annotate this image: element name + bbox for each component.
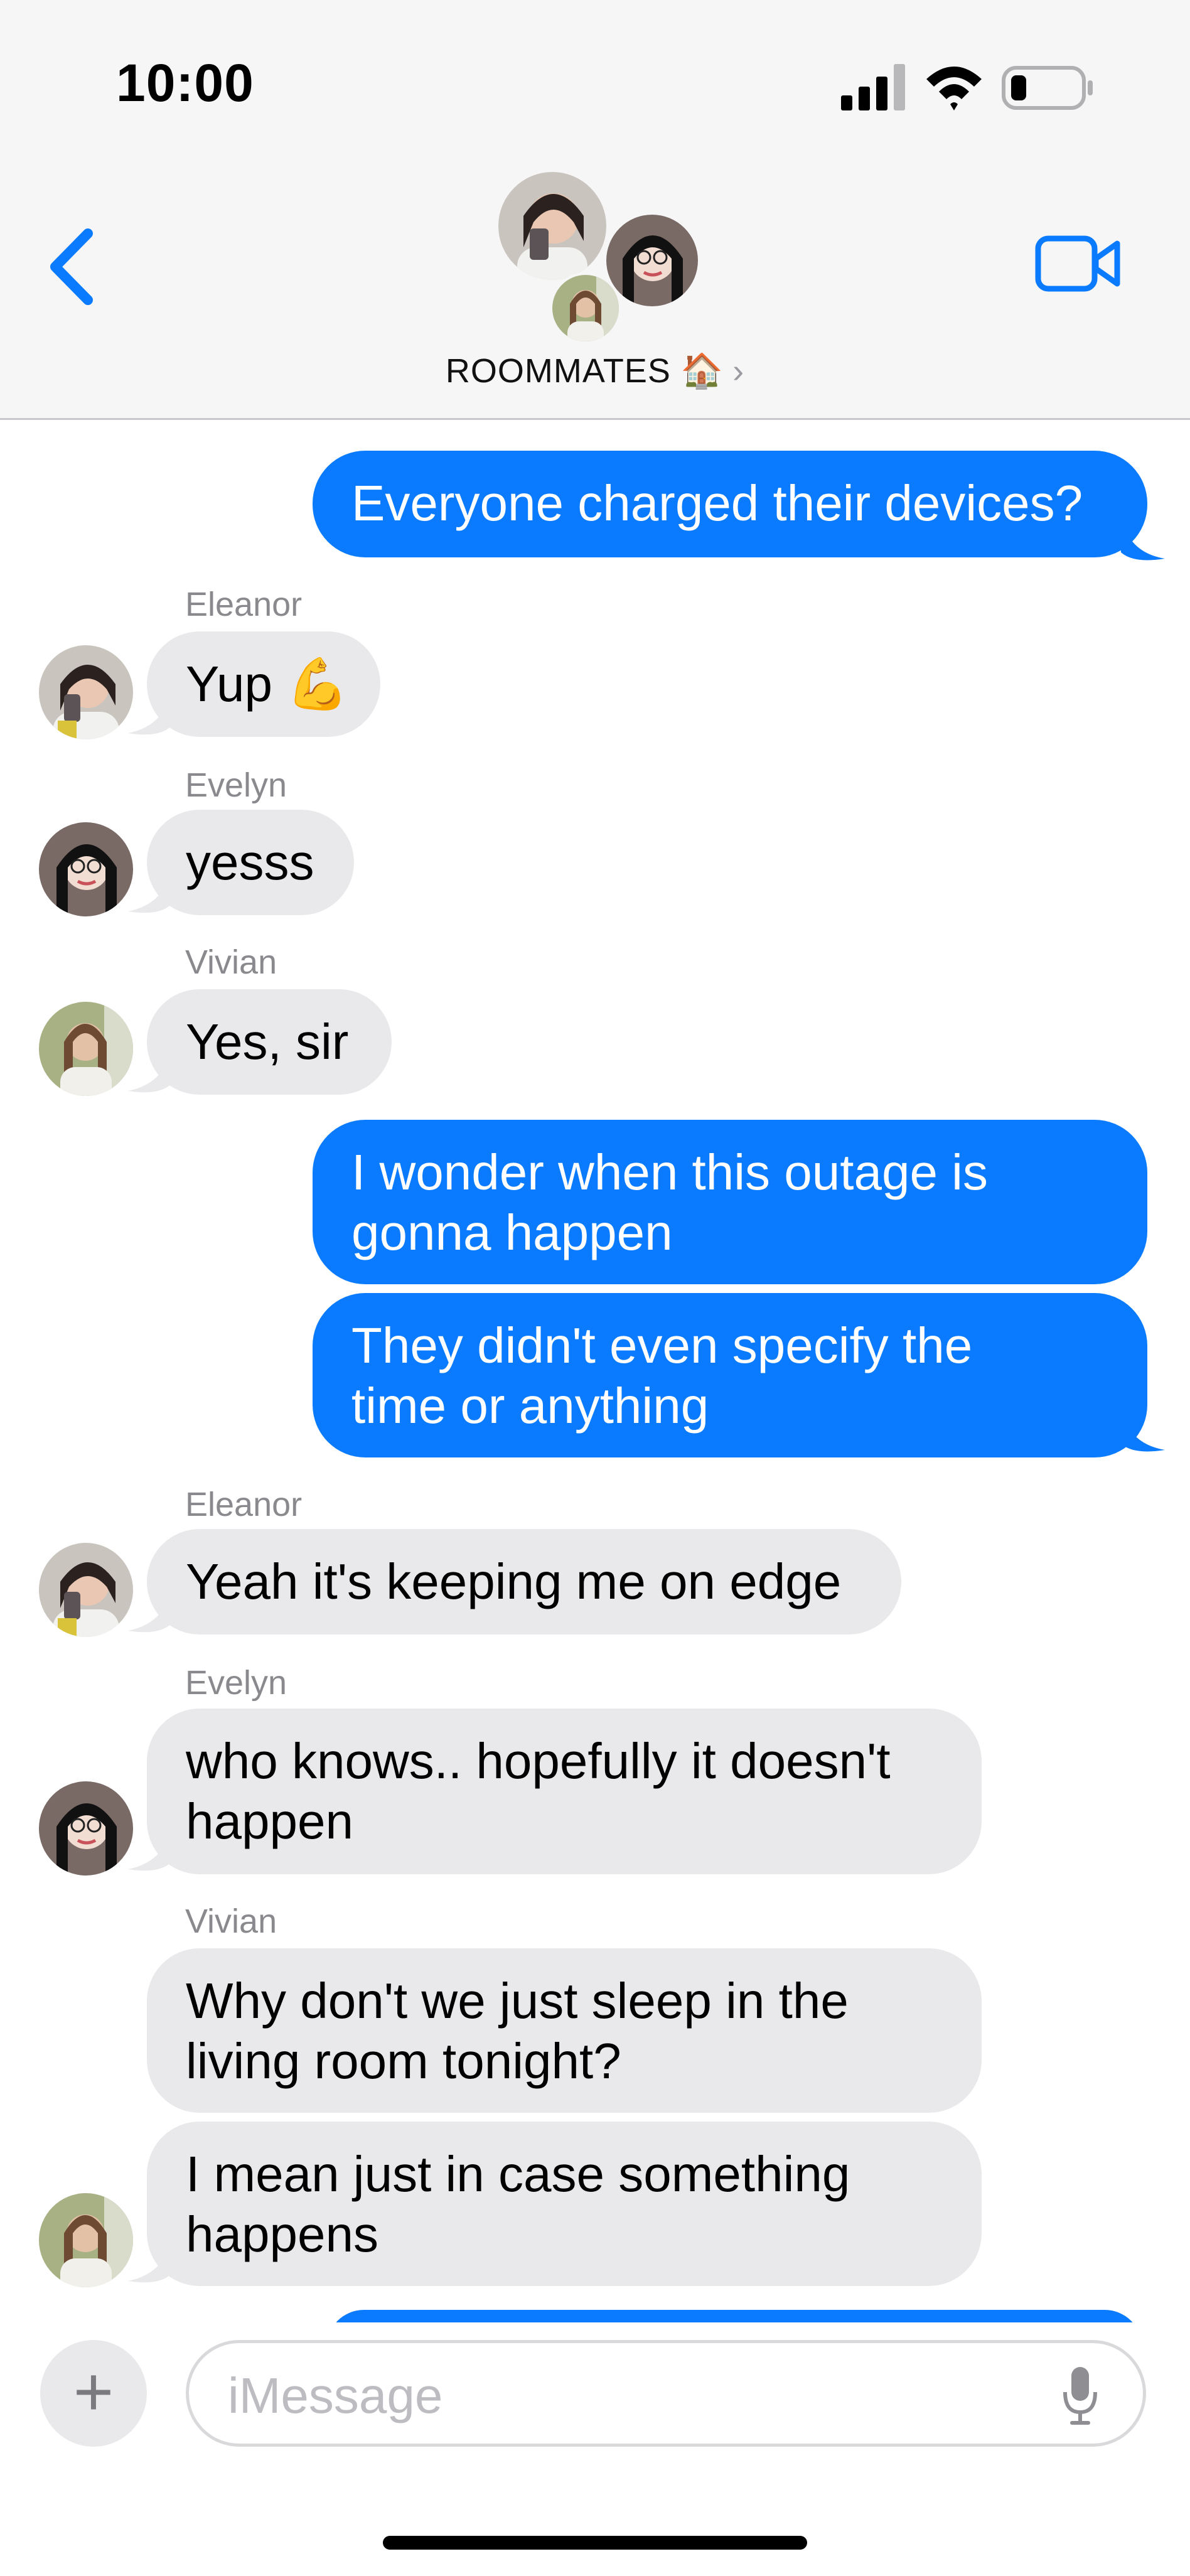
message-text: They didn't even specify the — [351, 1318, 973, 1373]
message-text: Why don't we just sleep in the — [186, 1973, 849, 2029]
back-chevron-icon[interactable] — [44, 226, 100, 308]
avatar-vivian[interactable] — [39, 2193, 133, 2287]
video-call-icon[interactable] — [1034, 232, 1122, 295]
sender-name: Eleanor — [185, 586, 303, 623]
message-bubble-incoming[interactable]: Why don't we just sleep in the living ro… — [147, 1948, 982, 2113]
bubble-tail — [1121, 515, 1165, 561]
battery-icon — [1002, 66, 1093, 110]
message-text: I mean just in case something — [186, 2146, 850, 2202]
message-text: Everyone charged their devices? — [351, 475, 1083, 531]
bubble-tail — [128, 866, 172, 913]
microphone-icon[interactable] — [1061, 2364, 1099, 2427]
avatar-eleanor[interactable] — [39, 645, 133, 739]
group-avatar-eleanor[interactable] — [496, 169, 609, 282]
avatar-evelyn[interactable] — [39, 1781, 133, 1876]
message-text: happens — [186, 2206, 378, 2262]
message-text: Yup 💪 — [186, 656, 349, 712]
message-text: living room tonight? — [186, 2033, 621, 2089]
message-input[interactable]: iMessage — [186, 2340, 1146, 2447]
message-text: who knows.. hopefully it doesn't — [186, 1733, 891, 1789]
sender-name: Eleanor — [185, 1486, 303, 1523]
message-bubble-incoming[interactable]: I mean just in case something happens — [147, 2122, 982, 2286]
message-input-placeholder: iMessage — [228, 2368, 443, 2423]
message-bubble-incoming[interactable]: Yes, sir — [147, 989, 392, 1095]
message-bubble-outgoing[interactable]: I wonder when this outage is gonna happe… — [313, 1120, 1147, 1284]
signal-icon — [841, 64, 905, 110]
sender-name: Evelyn — [185, 1664, 287, 1702]
status-bar: 10:00 — [0, 0, 1190, 157]
sender-name: Vivian — [185, 1902, 277, 1940]
bubble-tail — [128, 2236, 172, 2283]
bubble-tail — [128, 1586, 172, 1633]
message-text: gonna happen — [351, 1205, 673, 1260]
bubble-tail — [128, 1824, 172, 1871]
conversation-header: ROOMMATES 🏠 › — [0, 157, 1190, 420]
sender-name: Vivian — [185, 943, 277, 981]
chevron-right-icon: › — [732, 352, 745, 390]
home-indicator[interactable] — [383, 2536, 807, 2550]
wifi-icon — [926, 67, 982, 110]
sender-name: Evelyn — [185, 766, 287, 804]
message-text: time or anything — [351, 1378, 709, 1434]
avatar-eleanor[interactable] — [39, 1543, 133, 1637]
message-bubble-incoming[interactable]: yesss — [147, 810, 354, 915]
bubble-tail — [128, 1046, 172, 1093]
group-title[interactable]: ROOMMATES 🏠 › — [0, 352, 1190, 391]
bubble-tail — [1121, 1406, 1165, 1452]
bubble-tail — [128, 688, 172, 735]
message-text: I wonder when this outage is — [351, 1144, 988, 1200]
avatar-evelyn[interactable] — [39, 822, 133, 916]
message-bubble-incoming[interactable]: Yup 💪 — [147, 631, 380, 737]
group-name: ROOMMATES 🏠 — [445, 352, 724, 390]
group-avatar-vivian[interactable] — [550, 272, 621, 344]
message-text: Yes, sir — [186, 1014, 349, 1070]
avatar-vivian[interactable] — [39, 1002, 133, 1096]
message-bubble-incoming[interactable]: Yeah it's keeping me on edge — [147, 1529, 901, 1634]
message-text: happen — [186, 1793, 353, 1849]
message-text: Yeah it's keeping me on edge — [186, 1554, 842, 1609]
message-bubble-outgoing[interactable]: They didn't even specify the time or any… — [313, 1293, 1147, 1457]
status-time: 10:00 — [116, 53, 254, 112]
message-bubble-incoming[interactable]: who knows.. hopefully it doesn't happen — [147, 1709, 982, 1874]
message-text: yesss — [186, 834, 314, 890]
message-bubble-outgoing[interactable]: Everyone charged their devices? — [313, 451, 1147, 557]
plus-icon[interactable]: + — [40, 2340, 147, 2447]
